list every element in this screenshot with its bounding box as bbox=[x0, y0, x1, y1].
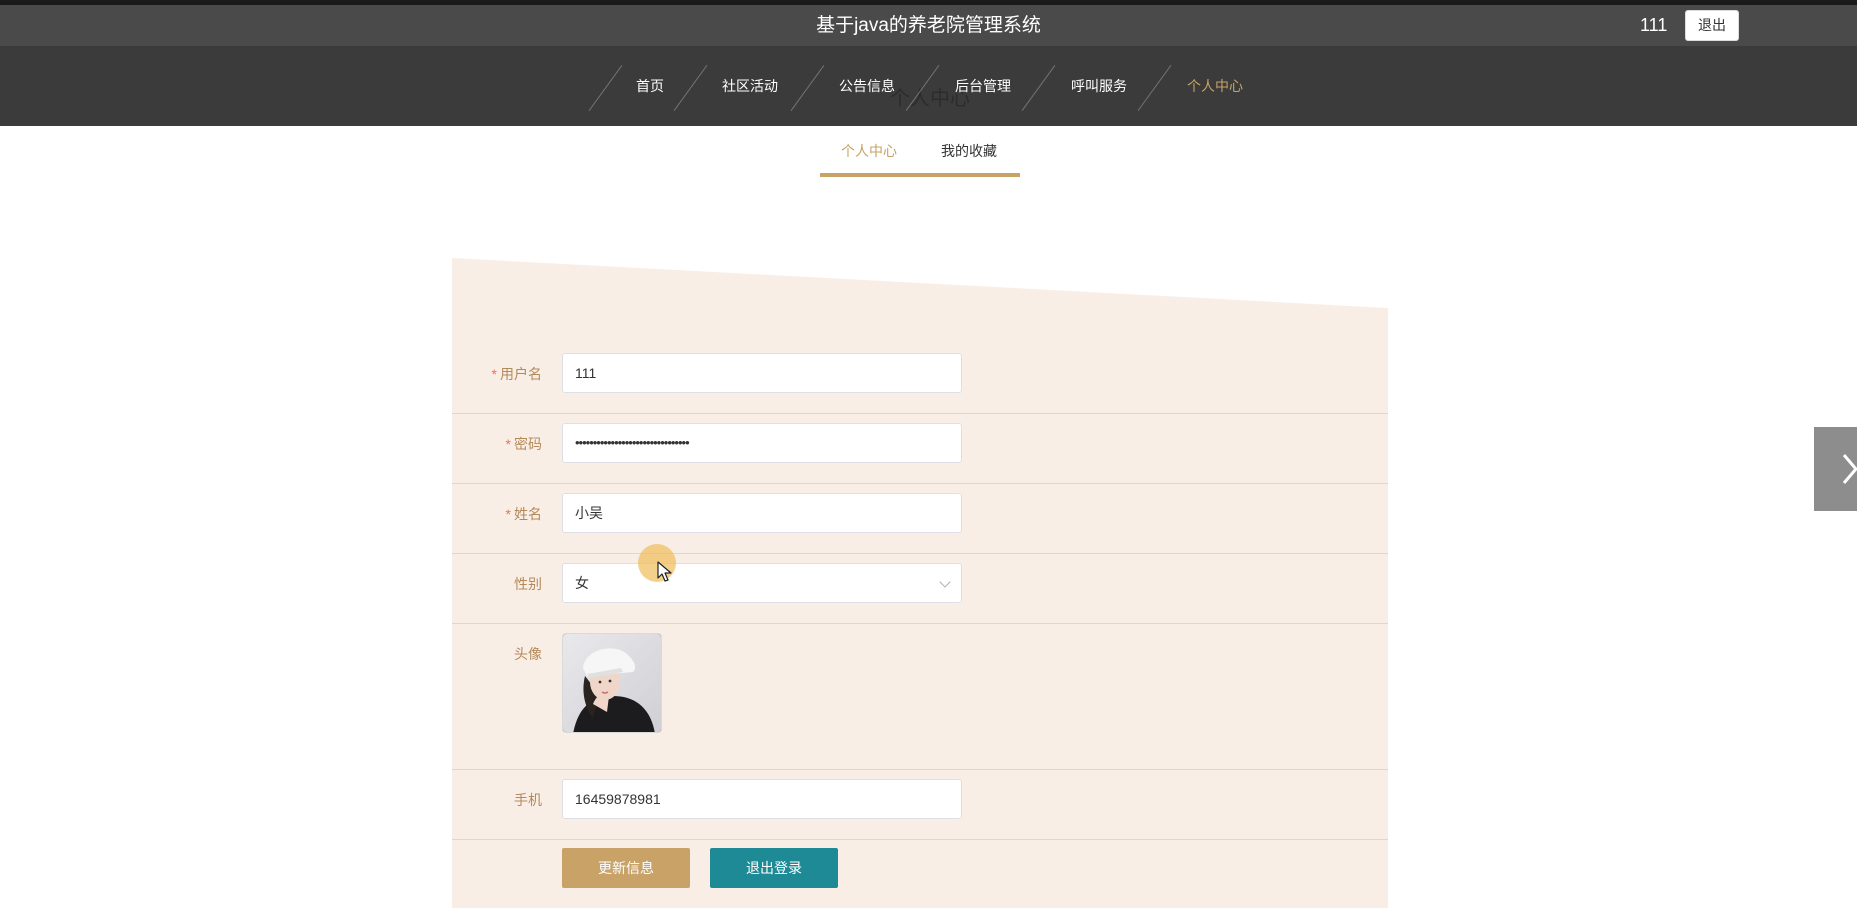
avatar-photo bbox=[563, 634, 661, 732]
nav-item-home[interactable]: 首页 bbox=[625, 46, 675, 126]
row-divider bbox=[452, 839, 1388, 840]
avatar-field-label: 头像 bbox=[452, 644, 542, 664]
chevron-down-icon bbox=[939, 576, 951, 588]
side-next-button[interactable] bbox=[1814, 427, 1857, 511]
row-divider bbox=[452, 483, 1388, 484]
update-info-button[interactable]: 更新信息 bbox=[562, 848, 690, 888]
subtab-underline bbox=[820, 173, 1020, 177]
nav-item-community-activities[interactable]: 社区活动 bbox=[715, 46, 785, 126]
name-field-label: * 姓名 bbox=[452, 504, 542, 524]
nav-separator bbox=[1137, 65, 1172, 111]
username-label: 111 bbox=[1640, 15, 1668, 35]
logout-button[interactable]: 退出登录 bbox=[710, 848, 838, 888]
phone-label-text: 手机 bbox=[514, 792, 542, 808]
row-divider bbox=[452, 553, 1388, 554]
password-field-label: * 密码 bbox=[452, 434, 542, 454]
username-field-label: * 用户名 bbox=[452, 364, 542, 384]
nav-item-personal-center[interactable]: 个人中心 bbox=[1180, 46, 1250, 126]
username-label-text: 用户名 bbox=[500, 366, 542, 382]
header-logout-button[interactable]: 退出 bbox=[1685, 10, 1739, 41]
tab-my-favorites[interactable]: 我的收藏 bbox=[941, 130, 997, 173]
gender-field-label: 性别 bbox=[452, 574, 542, 594]
cursor-icon bbox=[657, 561, 672, 582]
password-label-text: 密码 bbox=[514, 436, 542, 452]
phone-field-label: 手机 bbox=[452, 790, 542, 810]
main-nav: 个人中心 首页 社区活动 公告信息 后台管理 呼叫服务 个人中心 bbox=[0, 46, 1857, 126]
avatar-label-text: 头像 bbox=[514, 646, 542, 662]
gender-select[interactable]: 女 bbox=[562, 563, 962, 603]
required-mark: * bbox=[491, 366, 497, 382]
required-mark: * bbox=[505, 436, 511, 452]
row-divider bbox=[452, 623, 1388, 624]
nav-separator bbox=[673, 65, 708, 111]
password-input[interactable]: •••••••••••••••••••••••••••••••• bbox=[562, 423, 962, 463]
chevron-right-icon bbox=[1842, 454, 1857, 484]
nav-item-call-service[interactable]: 呼叫服务 bbox=[1064, 46, 1134, 126]
nav-item-announcements[interactable]: 公告信息 bbox=[832, 46, 902, 126]
username-input[interactable]: 111 bbox=[562, 353, 962, 393]
tab-personal-center[interactable]: 个人中心 bbox=[841, 130, 897, 173]
row-divider bbox=[452, 413, 1388, 414]
gender-label-text: 性别 bbox=[514, 576, 542, 592]
title-bar: 基于java的养老院管理系统 111 退出 bbox=[0, 5, 1857, 46]
row-divider bbox=[452, 769, 1388, 770]
nav-separator bbox=[588, 65, 623, 111]
phone-input[interactable]: 16459878981 bbox=[562, 779, 962, 819]
name-label-text: 姓名 bbox=[514, 506, 542, 522]
nav-item-admin[interactable]: 后台管理 bbox=[948, 46, 1018, 126]
gender-selected-value: 女 bbox=[575, 575, 589, 591]
required-mark: * bbox=[505, 506, 511, 522]
nav-separator bbox=[1021, 65, 1056, 111]
name-input[interactable]: 小吴 bbox=[562, 493, 962, 533]
avatar-image[interactable] bbox=[562, 633, 662, 733]
subtabs: 个人中心 我的收藏 bbox=[820, 130, 1020, 177]
nav-separator bbox=[790, 65, 825, 111]
app-title: 基于java的养老院管理系统 bbox=[816, 15, 1041, 36]
